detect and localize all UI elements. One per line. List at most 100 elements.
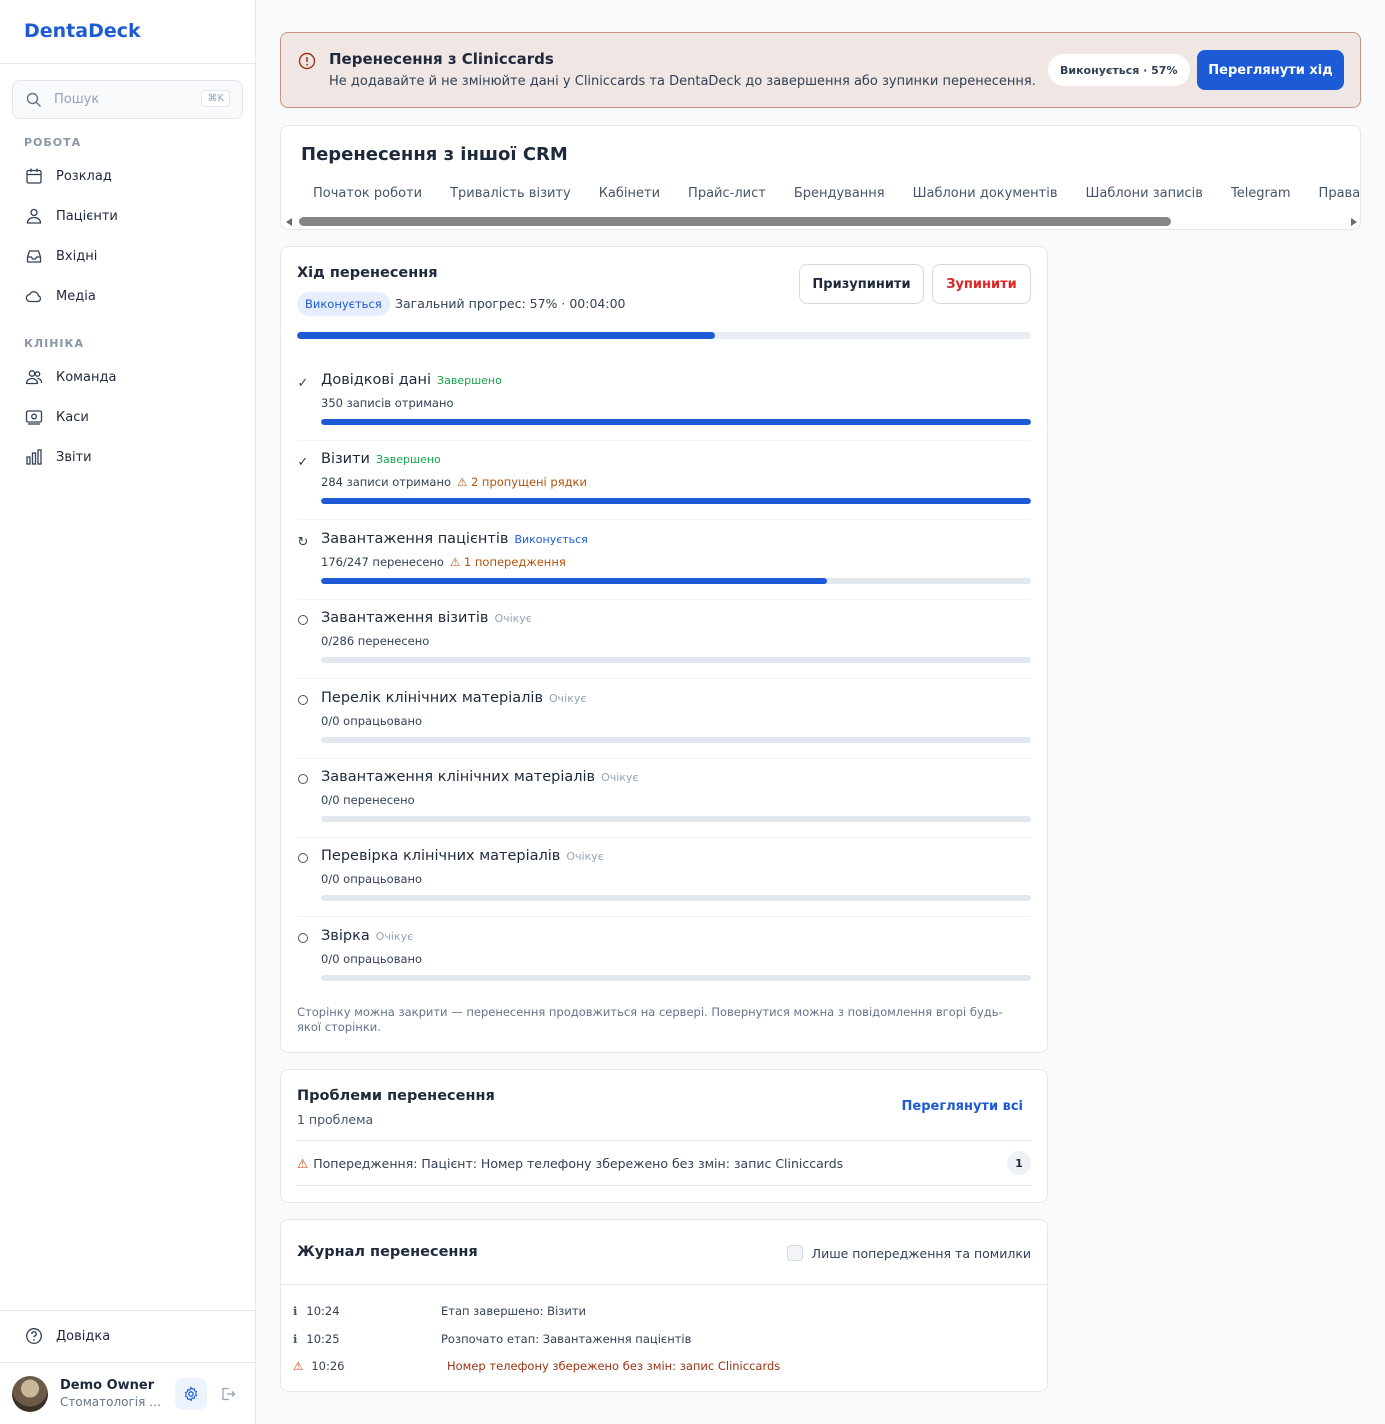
step-count: 0/0 перенесено xyxy=(321,793,415,807)
scroll-left-arrow[interactable] xyxy=(286,218,292,226)
problem-item[interactable]: ⚠ Попередження: Пацієнт: Номер телефону з… xyxy=(297,1156,843,1171)
sidebar-item-inbox[interactable]: Вхідні xyxy=(12,238,243,274)
sidebar-item-schedule[interactable]: Розклад xyxy=(12,158,243,194)
pending-circle-icon xyxy=(298,694,308,705)
step-status: Очікує xyxy=(494,612,532,626)
step-status: Очікує xyxy=(601,771,639,784)
problem-text: Попередження: Пацієнт: Номер телефону зб… xyxy=(313,1156,844,1171)
sidebar-item-reports[interactable]: Звіти xyxy=(12,439,243,475)
step-count: 350 записів отримано xyxy=(321,396,454,410)
warnings-only-filter[interactable]: Лише попередження та помилки xyxy=(786,1245,1031,1261)
step-count: 176/247 перенесено xyxy=(321,554,444,569)
tab-price-list[interactable]: Прайс-лист xyxy=(688,186,766,201)
logout-button[interactable] xyxy=(216,1382,240,1406)
step-status-icon xyxy=(297,852,309,867)
tab-record-templates[interactable]: Шаблони записів xyxy=(1085,186,1202,201)
users-icon xyxy=(24,206,44,226)
info-icon: ℹ xyxy=(293,1331,298,1346)
sidebar-item-cash[interactable]: Каси xyxy=(12,399,243,435)
app-logo[interactable]: DentaDeck xyxy=(24,20,141,42)
step-progress-bar xyxy=(321,895,1031,902)
step-status: Завершено xyxy=(375,453,441,467)
log-time: 10:25 xyxy=(306,1331,340,1346)
banner-message: Не додавайте й не змінюйте дані у Clinic… xyxy=(329,74,1036,89)
step-name: Перевірка клінічних матеріалів Очікує xyxy=(321,848,604,864)
step-label: Перелік клінічних матеріалів xyxy=(321,689,543,706)
migration-step: Звірка Очікує 0/0 опрацьовано xyxy=(297,917,1031,997)
avatar[interactable] xyxy=(12,1376,48,1412)
warnings-only-checkbox[interactable] xyxy=(786,1245,803,1261)
sidebar-item-team[interactable]: Команда xyxy=(12,359,243,395)
problems-count: 1 проблема xyxy=(297,1112,374,1127)
pause-button[interactable]: Призупинити xyxy=(799,264,924,304)
settings-button[interactable] xyxy=(175,1378,207,1410)
sidebar-item-patients[interactable]: Пацієнти xyxy=(12,198,243,234)
sidebar-item-label: Медіа xyxy=(56,288,96,304)
step-name: Довідкові дані Завершено xyxy=(321,372,502,388)
clinic-name: Стоматологія П... xyxy=(60,1395,164,1409)
tab-rooms[interactable]: Кабінети xyxy=(599,186,660,201)
step-name: Звірка Очікує xyxy=(321,928,413,944)
tab-getting-started[interactable]: Початок роботи xyxy=(313,186,422,201)
migration-step: ✓ Довідкові дані Завершено 350 записів отри… xyxy=(297,361,1031,441)
tab-branding[interactable]: Брендування xyxy=(794,186,885,201)
step-progress-fill xyxy=(321,577,827,584)
log-time: 10:26 xyxy=(311,1359,345,1373)
log-message: Розпочато етап: Завантаження пацієнтів xyxy=(441,1331,692,1346)
sidebar-item-label: Розклад xyxy=(56,168,112,184)
step-status-icon: ↻ xyxy=(297,535,309,550)
banner-status-badge: Виконується · 57% xyxy=(1048,54,1190,86)
status-badge: Виконується xyxy=(297,292,390,316)
inbox-icon xyxy=(24,246,44,266)
sidebar-item-label: Вхідні xyxy=(56,248,98,264)
calendar-icon xyxy=(24,166,44,186)
pending-circle-icon xyxy=(298,774,308,784)
migration-progress-card: Хід перенесення Виконується Загальний пр… xyxy=(280,246,1048,1053)
logout-icon xyxy=(222,1387,236,1401)
scroll-thumb[interactable] xyxy=(299,217,1171,226)
settings-tabs: Початок роботи Тривалість візиту Кабінет… xyxy=(313,186,1360,201)
log-time: 10:24 xyxy=(306,1304,340,1318)
tab-access-rights[interactable]: Права доступу xyxy=(1319,186,1360,201)
migration-step: Завантаження клінічних матеріалів Очікує 0… xyxy=(297,758,1031,838)
view-progress-button[interactable]: Переглянути хід xyxy=(1197,50,1344,90)
migration-step: Завантаження візитів Очікує 0/286 перенесе… xyxy=(297,599,1031,680)
search-input[interactable]: Пошук ⌘K xyxy=(12,80,243,119)
step-label: Завантаження клінічних матеріалів xyxy=(321,769,596,785)
scroll-right-arrow[interactable] xyxy=(1351,218,1357,226)
step-status-icon xyxy=(297,773,309,788)
background-note: Сторінку можна закрити — перенесення про… xyxy=(297,1005,1003,1034)
migration-step: ✓ Візити Завершено 284 записи отримано ⚠ 2 п… xyxy=(297,440,1031,521)
sidebar-item-help[interactable]: Довідка xyxy=(12,1318,243,1354)
sidebar-item-label: Команда xyxy=(56,369,117,385)
stop-button[interactable]: Зупинити xyxy=(932,264,1031,304)
step-label: Завантаження візитів xyxy=(321,610,489,627)
tab-document-templates[interactable]: Шаблони документів xyxy=(913,186,1058,201)
migration-problems-card: Проблеми перенесення 1 проблема Переглян… xyxy=(280,1069,1048,1203)
sidebar-divider xyxy=(0,1310,255,1311)
sidebar-item-media[interactable]: Медіа xyxy=(12,278,243,314)
tab-telegram[interactable]: Telegram xyxy=(1231,186,1291,201)
info-icon: ℹ xyxy=(293,1304,298,1318)
step-progress-bar xyxy=(321,419,1031,425)
bar-chart-icon xyxy=(24,447,44,467)
step-progress-bar xyxy=(321,498,1031,505)
page-title: Перенесення з іншої CRM xyxy=(301,144,568,165)
sidebar-item-label: Каси xyxy=(56,409,89,425)
cash-register-icon xyxy=(24,407,44,427)
tab-visit-duration[interactable]: Тривалість візиту xyxy=(450,186,571,201)
sidebar-item-label: Пацієнти xyxy=(56,208,118,224)
view-all-problems-link[interactable]: Переглянути всі xyxy=(902,1099,1024,1114)
step-label: Завантаження пацієнтів xyxy=(321,530,509,547)
overall-progress-bar xyxy=(297,332,1031,339)
alert-circle-icon xyxy=(298,52,316,70)
sidebar-section-work: РОБОТА xyxy=(24,136,82,149)
tabs-scrollbar[interactable] xyxy=(281,214,1360,229)
migration-step: Перевірка клінічних матеріалів Очікує 0/0 … xyxy=(297,837,1031,918)
search-shortcut: ⌘K xyxy=(201,90,230,107)
sidebar: DentaDeck Пошук ⌘K РОБОТА Розклад Пацієн… xyxy=(0,0,256,1424)
gear-icon xyxy=(184,1386,198,1402)
step-detail: 284 записи отримано ⚠ 2 пропущені рядки xyxy=(321,475,587,489)
step-warning: ⚠ 2 пропущені рядки xyxy=(457,475,587,490)
step-progress-fill xyxy=(321,498,1031,505)
